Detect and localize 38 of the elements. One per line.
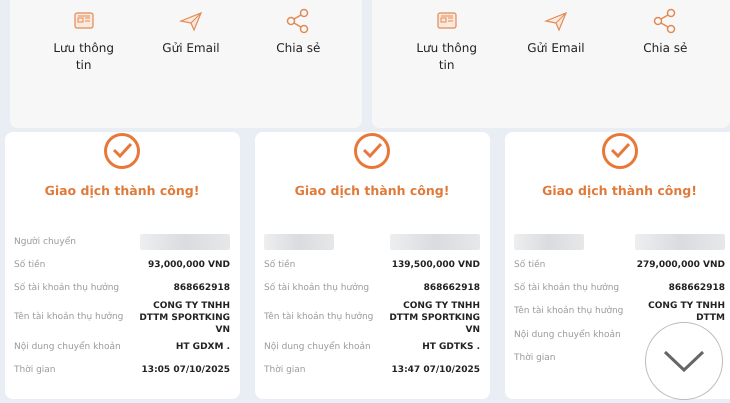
success-title: Giao dịch thành công! — [541, 182, 698, 200]
field-label: Nội dung chuyển khoản — [514, 328, 621, 342]
field-label: Số tài khoản thụ hưởng — [264, 282, 370, 294]
field-label: Tên tài khoản thụ hưởng — [264, 311, 374, 324]
field-value: CONG TY TNHH DTTM SPORTKING VN — [138, 300, 230, 336]
field-value: HT GDXM . — [176, 341, 230, 354]
field-value: HT GDTKS . — [422, 341, 480, 354]
field-value: 868662918 — [668, 282, 725, 294]
field-label: Tên tài khoản thụ hưởng — [514, 305, 624, 318]
field-label: Thời gian — [264, 364, 306, 376]
field-label: Số tiền — [514, 258, 546, 272]
action-label[interactable]: Lưu thông tin — [410, 40, 483, 74]
success-title: Giao dịch thành công! — [44, 182, 200, 200]
field-value: 868662918 — [174, 282, 230, 294]
action-label[interactable]: Gửi Email — [154, 40, 227, 57]
field-label: Tên tài khoản thụ hưởng — [14, 311, 124, 324]
action-label[interactable]: Chia sẻ — [629, 40, 702, 57]
field-label: Nội dung chuyển khoản — [264, 340, 371, 354]
action-label[interactable]: Chia sẻ — [262, 40, 334, 57]
field-value: CONG TY TNHH DTTM SPORTKING VN — [388, 300, 480, 336]
field-value: 13:05 07/10/2025 — [142, 364, 230, 376]
field-value: CONG TY TNHH DTTM — [647, 300, 725, 324]
field-label: Số tài khoản thụ hưởng — [14, 282, 120, 294]
field-value: 868662918 — [424, 282, 480, 294]
field-label: Nội dung chuyển khoản — [14, 340, 121, 354]
field-label: Số tiền — [264, 258, 296, 272]
action-label[interactable]: Lưu thông tin — [48, 40, 120, 74]
field-label: Số tài khoản thụ hưởng — [514, 282, 620, 294]
field-value: 93,000,000 VND — [148, 259, 230, 272]
action-label[interactable]: Gửi Email — [520, 40, 592, 57]
field-label: Người chuyển — [14, 236, 76, 248]
field-label: Thời gian — [514, 352, 556, 364]
field-label: Thời gian — [14, 364, 56, 376]
success-title: Giao dịch thành công! — [294, 182, 450, 200]
field-value: 13:47 07/10/2025 — [392, 364, 480, 376]
field-value: 139,500,000 VND — [392, 259, 480, 272]
field-label: Số tiền — [14, 258, 46, 272]
field-value: 279,000,000 VND — [636, 259, 725, 272]
